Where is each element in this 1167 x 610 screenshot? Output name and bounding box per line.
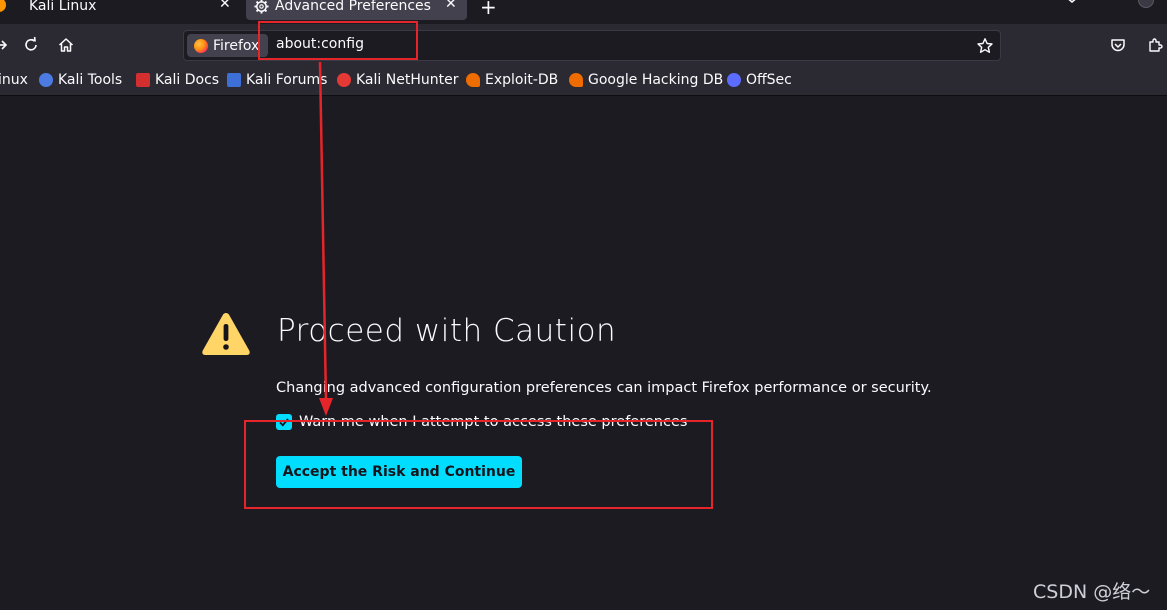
annotation-arrow: [318, 61, 333, 416]
csdn-watermark: CSDN @络～: [1033, 581, 1151, 603]
annotation-button-highlight: [244, 420, 713, 509]
